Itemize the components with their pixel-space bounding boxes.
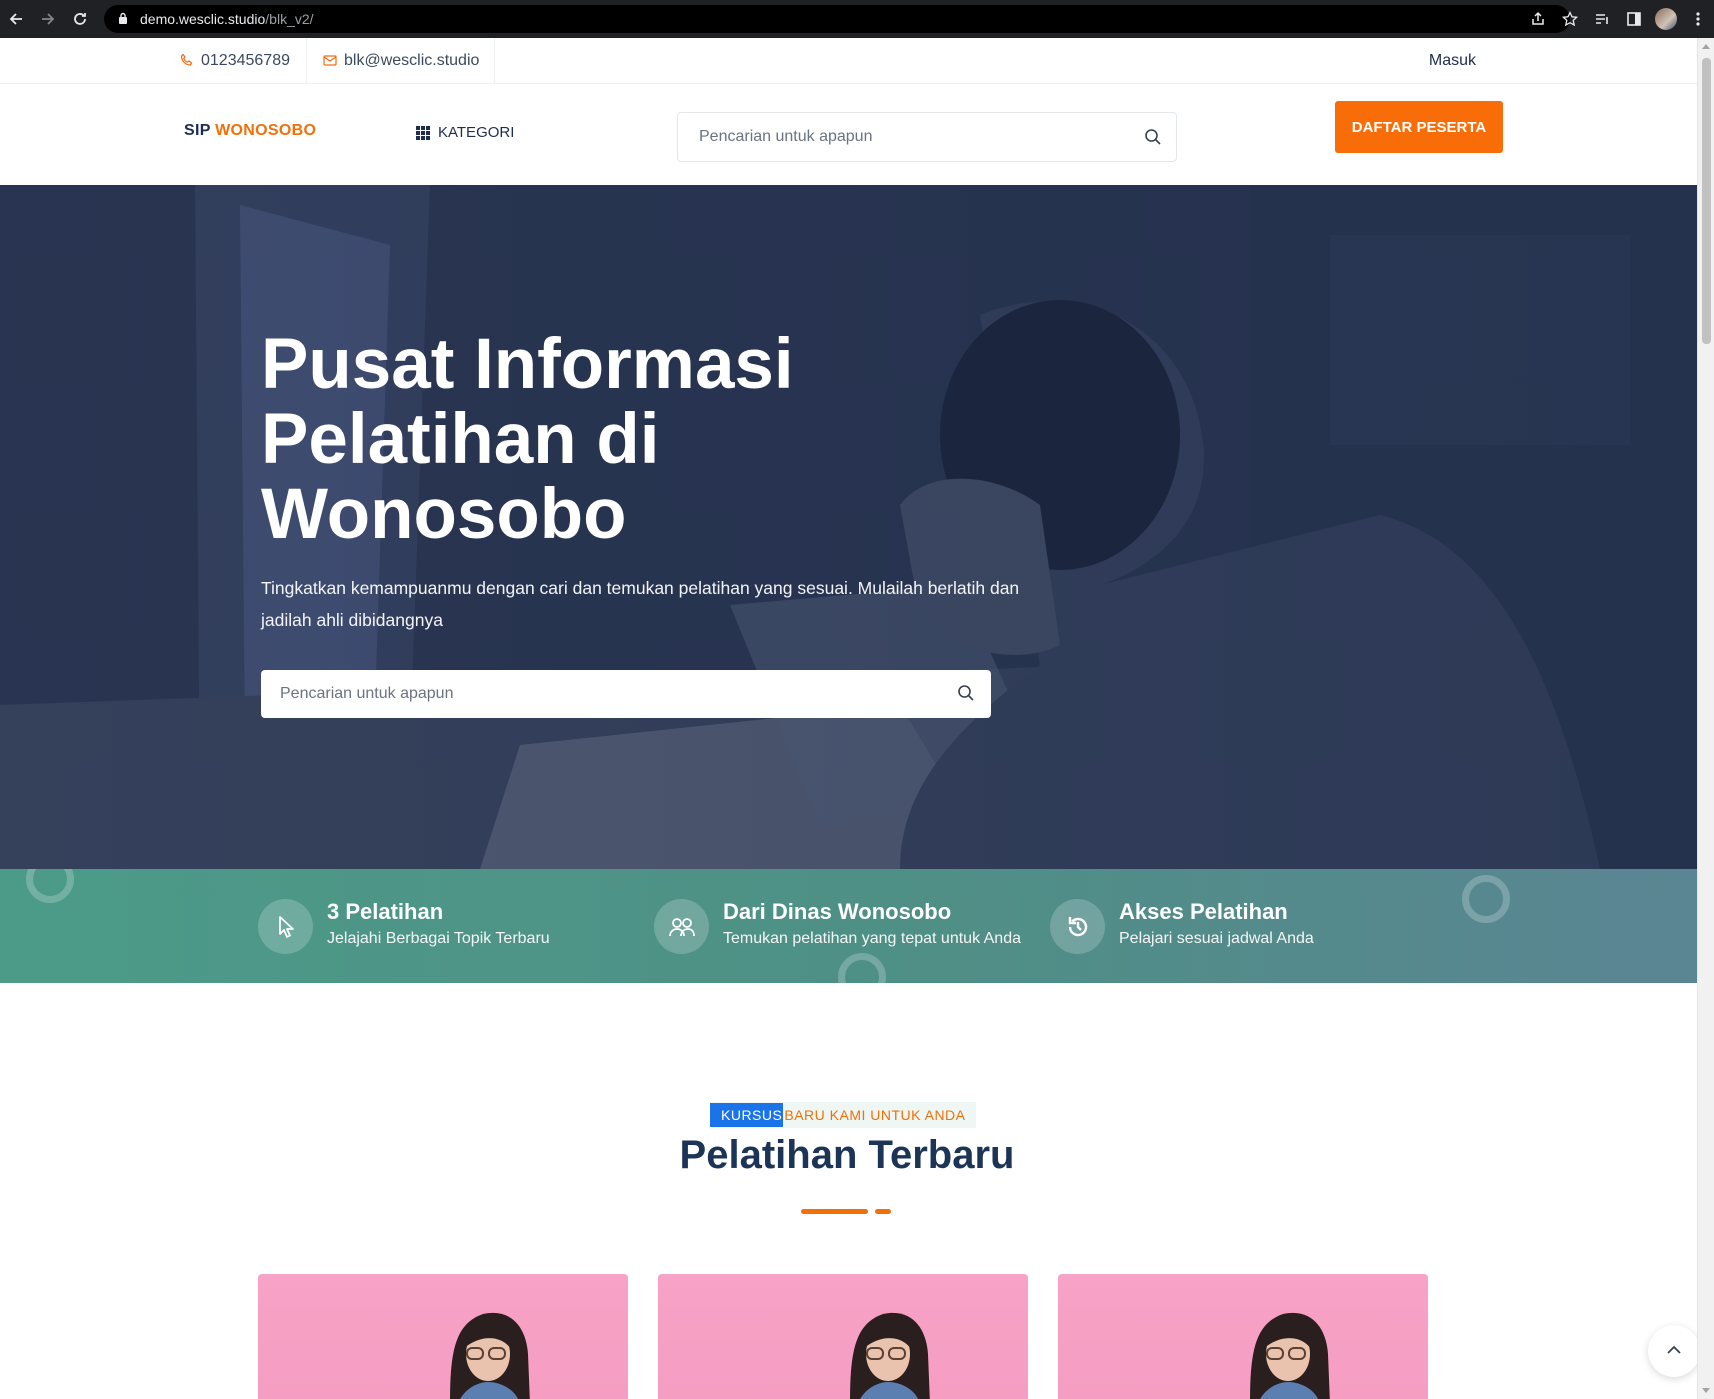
pointer-icon	[258, 899, 313, 954]
decorative-ring	[26, 869, 74, 903]
site-logo[interactable]: SIP WONOSOBO	[184, 122, 316, 140]
phone-icon	[180, 53, 194, 70]
hero-title: Pusat Informasi Pelatihan di Wonosobo	[261, 325, 794, 554]
menu-kebab-icon[interactable]	[1682, 11, 1714, 27]
web-page: 0123456789 blk@wesclic.studio Masuk SIP …	[0, 38, 1697, 1399]
login-link[interactable]: Masuk	[1429, 52, 1476, 70]
contact-bar: 0123456789 blk@wesclic.studio Masuk	[0, 38, 1697, 84]
feature-subtitle: Temukan pelatihan yang tepat untuk Anda	[723, 930, 1021, 947]
media-queue-icon[interactable]	[1586, 11, 1618, 27]
back-icon[interactable]	[0, 0, 32, 38]
profile-avatar[interactable]	[1650, 8, 1682, 30]
reload-icon[interactable]	[64, 0, 96, 38]
star-icon[interactable]	[1554, 11, 1586, 27]
lock-icon	[118, 11, 128, 27]
course-card[interactable]	[258, 1274, 628, 1399]
logo-text-wonosobo: WONOSOBO	[215, 122, 317, 139]
browser-toolbar: demo.wesclic.studio/blk_v2/	[0, 0, 1714, 38]
decorative-ring	[838, 953, 886, 983]
section-tag-selected: KURSUS	[710, 1103, 784, 1127]
feature-title: Akses Pelatihan	[1119, 899, 1288, 924]
history-icon	[1050, 899, 1105, 954]
decorative-ring	[1462, 875, 1510, 923]
phone-contact[interactable]: 0123456789	[180, 38, 290, 84]
feature-title: 3 Pelatihan	[327, 899, 444, 924]
hero-subtitle: Tingkatkan kemampuanmu dengan cari dan t…	[261, 578, 1020, 630]
page-scrollbar[interactable]	[1697, 38, 1714, 1399]
feature-subtitle: Pelajari sesuai jadwal Anda	[1119, 930, 1314, 947]
category-menu[interactable]: KATEGORI	[416, 124, 514, 141]
mail-icon	[323, 53, 337, 69]
title-underline-dot	[875, 1209, 891, 1214]
section-tag-rest: BARU KAMI UNTUK ANDA	[784, 1107, 966, 1123]
logo-text-sip: SIP	[184, 122, 211, 139]
feature-subtitle: Jelajahi Berbagai Topik Terbaru	[327, 930, 550, 947]
section-tag: KURSUS BARU KAMI UNTUK ANDA	[710, 1102, 976, 1128]
course-thumbnail	[450, 1312, 530, 1399]
category-label: KATEGORI	[438, 124, 515, 141]
course-card[interactable]	[1058, 1274, 1428, 1399]
hero-banner: Pusat Informasi Pelatihan di Wonosobo Ti…	[0, 185, 1697, 869]
section-title: Pelatihan Terbaru	[679, 1133, 1015, 1177]
forward-icon[interactable]	[32, 0, 64, 38]
course-card[interactable]	[658, 1274, 1028, 1399]
email-contact[interactable]: blk@wesclic.studio	[306, 38, 496, 84]
users-icon	[654, 899, 709, 954]
browser-actions	[1522, 0, 1714, 38]
course-thumbnail	[850, 1312, 930, 1399]
feature-item: Dari Dinas Wonosobo Temukan pelatihan ya…	[654, 899, 1021, 954]
hero-search-input[interactable]: Pencarian untuk apapun	[261, 670, 991, 718]
back-to-top-button[interactable]	[1648, 1325, 1700, 1377]
url-path: /blk_v2/	[265, 11, 314, 27]
phone-number: 0123456789	[201, 52, 290, 69]
title-underline	[801, 1209, 868, 1214]
course-thumbnail	[1250, 1312, 1330, 1399]
side-panel-icon[interactable]	[1618, 11, 1650, 27]
feature-item: Akses Pelatihan Pelajari sesuai jadwal A…	[1050, 899, 1314, 954]
grid-icon	[416, 125, 430, 140]
chevron-up-icon	[1666, 1342, 1682, 1360]
features-strip: 3 Pelatihan Jelajahi Berbagai Topik Terb…	[0, 869, 1697, 983]
header-search-input[interactable]: Pencarian untuk apapun	[677, 112, 1177, 162]
url-host: demo.wesclic.studio	[140, 11, 266, 27]
scrollbar-thumb[interactable]	[1702, 58, 1711, 344]
address-bar[interactable]: demo.wesclic.studio/blk_v2/	[104, 5, 1570, 33]
scroll-up-arrow-icon[interactable]	[1702, 44, 1710, 49]
share-icon[interactable]	[1522, 11, 1554, 27]
feature-item: 3 Pelatihan Jelajahi Berbagai Topik Terb…	[258, 899, 550, 954]
hero-search-placeholder: Pencarian untuk apapun	[280, 685, 454, 702]
search-icon[interactable]	[1144, 128, 1162, 151]
search-icon[interactable]	[957, 684, 975, 707]
header-search-placeholder: Pencarian untuk apapun	[699, 128, 873, 145]
register-button[interactable]: DAFTAR PESERTA	[1335, 101, 1503, 153]
email-address: blk@wesclic.studio	[344, 52, 480, 69]
scroll-down-arrow-icon[interactable]	[1702, 1388, 1710, 1393]
feature-title: Dari Dinas Wonosobo	[723, 899, 952, 924]
